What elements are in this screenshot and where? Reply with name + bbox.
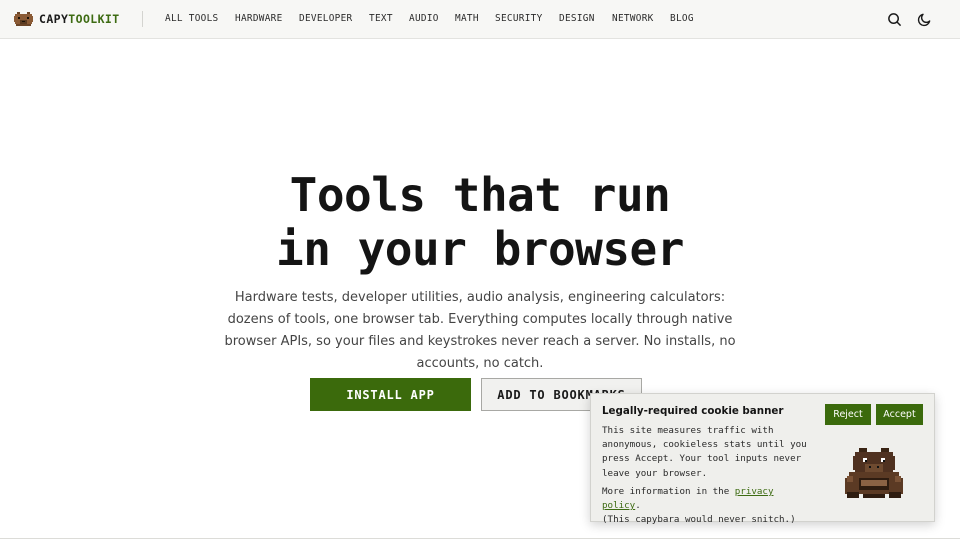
cookie-banner-title: Legally-required cookie banner <box>602 405 784 417</box>
nav-text[interactable]: TEXT <box>369 10 393 28</box>
hero-title: Tools that run in your browser <box>0 168 960 276</box>
header-divider <box>142 11 143 27</box>
page-bottom-divider <box>0 538 960 539</box>
reject-button[interactable]: Reject <box>825 404 871 425</box>
nav-blog[interactable]: BLOG <box>670 10 694 28</box>
cookie-banner-body: This site measures traffic with anonymou… <box>602 424 812 527</box>
accept-button[interactable]: Accept <box>876 404 923 425</box>
install-app-button[interactable]: INSTALL APP <box>310 378 471 411</box>
hero-title-line2: in your browser <box>276 222 684 276</box>
cookie-banner-aside: (This capybara would never snitch.) <box>602 514 796 526</box>
nav-hardware[interactable]: HARDWARE <box>235 10 283 28</box>
search-button[interactable] <box>885 10 903 28</box>
site-logo[interactable]: CAPYTOOLKIT <box>14 10 120 28</box>
capybara-logo-icon <box>14 12 33 26</box>
nav-audio[interactable]: AUDIO <box>409 10 439 28</box>
search-icon <box>887 12 901 26</box>
hero-title-line1: Tools that run <box>289 168 671 222</box>
nav-developer[interactable]: DEVELOPER <box>299 10 353 28</box>
cookie-banner-text: This site measures traffic with anonymou… <box>602 425 807 479</box>
logo-text: CAPYTOOLKIT <box>39 12 120 26</box>
site-header: CAPYTOOLKIT ALL TOOLS HARDWARE DEVELOPER… <box>0 0 960 39</box>
nav-design[interactable]: DESIGN <box>559 10 595 28</box>
moon-icon <box>917 13 930 26</box>
nav-network[interactable]: NETWORK <box>612 10 654 28</box>
theme-toggle-button[interactable] <box>915 10 933 28</box>
nav-all-tools[interactable]: ALL TOOLS <box>165 10 219 28</box>
capybara-pixel-icon <box>845 448 903 498</box>
hero-description: Hardware tests, developer utilities, aud… <box>224 290 736 371</box>
cookie-banner-more: More information in the privacy policy.(… <box>602 485 796 526</box>
nav-math[interactable]: MATH <box>455 10 479 28</box>
cookie-banner: Legally-required cookie banner Reject Ac… <box>590 393 935 525</box>
nav-security[interactable]: SECURITY <box>495 10 543 28</box>
